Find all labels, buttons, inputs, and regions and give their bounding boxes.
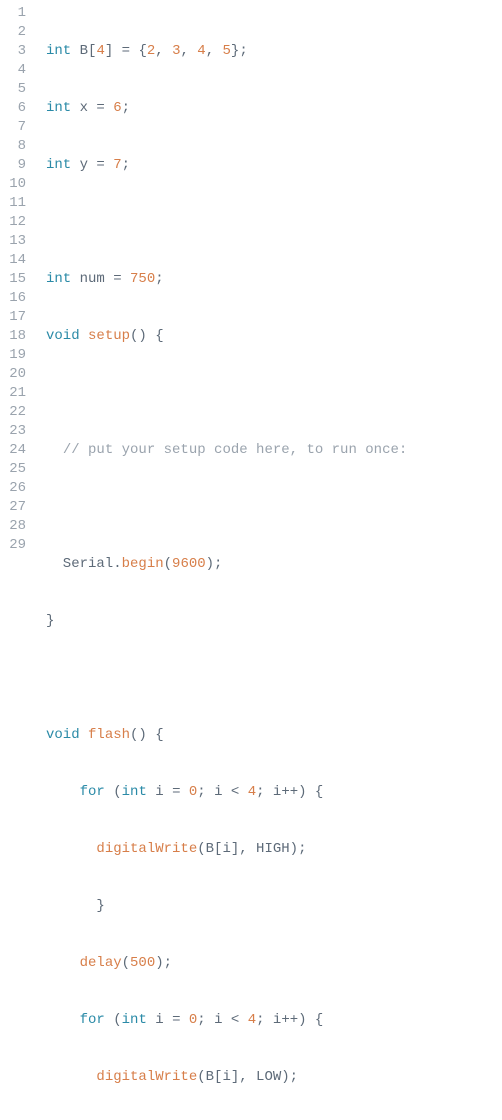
code-line: for (int i = 0; i < 4; i++) {	[46, 1011, 449, 1030]
line-number: 24	[0, 441, 26, 460]
line-number: 19	[0, 346, 26, 365]
line-number: 2	[0, 23, 26, 42]
line-number: 9	[0, 156, 26, 175]
line-number: 15	[0, 270, 26, 289]
line-number: 16	[0, 289, 26, 308]
line-number: 28	[0, 517, 26, 536]
code-line	[46, 498, 449, 517]
line-number: 1	[0, 4, 26, 23]
code-line: digitalWrite(B[i], HIGH);	[46, 840, 449, 859]
line-number: 10	[0, 175, 26, 194]
line-number: 21	[0, 384, 26, 403]
line-number: 23	[0, 422, 26, 441]
line-number: 26	[0, 479, 26, 498]
code-line: void flash() {	[46, 726, 449, 745]
line-number: 29	[0, 536, 26, 555]
code-line: }	[46, 612, 449, 631]
code-line: }	[46, 897, 449, 916]
code-line: // put your setup code here, to run once…	[46, 441, 449, 460]
line-number: 22	[0, 403, 26, 422]
line-number: 11	[0, 194, 26, 213]
line-number: 6	[0, 99, 26, 118]
code-line: delay(500);	[46, 954, 449, 973]
line-number: 17	[0, 308, 26, 327]
code-editor: 1 2 3 4 5 6 7 8 9 10 11 12 13 14 15 16 1…	[0, 0, 502, 560]
code-line: Serial.begin(9600);	[46, 555, 449, 574]
line-number: 5	[0, 80, 26, 99]
code-line	[46, 384, 449, 403]
code-line: int x = 6;	[46, 99, 449, 118]
code-line: digitalWrite(B[i], LOW);	[46, 1068, 449, 1087]
code-line: for (int i = 0; i < 4; i++) {	[46, 783, 449, 802]
line-number: 13	[0, 232, 26, 251]
code-line: int B[4] = {2, 3, 4, 5};	[46, 42, 449, 61]
line-number: 4	[0, 61, 26, 80]
line-number: 20	[0, 365, 26, 384]
code-line	[46, 669, 449, 688]
line-number: 12	[0, 213, 26, 232]
code-line: int y = 7;	[46, 156, 449, 175]
line-number-gutter: 1 2 3 4 5 6 7 8 9 10 11 12 13 14 15 16 1…	[0, 0, 36, 560]
code-line: void setup() {	[46, 327, 449, 346]
line-number: 25	[0, 460, 26, 479]
line-number: 8	[0, 137, 26, 156]
line-number: 7	[0, 118, 26, 137]
line-number: 27	[0, 498, 26, 517]
code-area[interactable]: int B[4] = {2, 3, 4, 5}; int x = 6; int …	[36, 0, 449, 560]
line-number: 14	[0, 251, 26, 270]
line-number: 3	[0, 42, 26, 61]
code-line: int num = 750;	[46, 270, 449, 289]
code-line	[46, 213, 449, 232]
line-number: 18	[0, 327, 26, 346]
